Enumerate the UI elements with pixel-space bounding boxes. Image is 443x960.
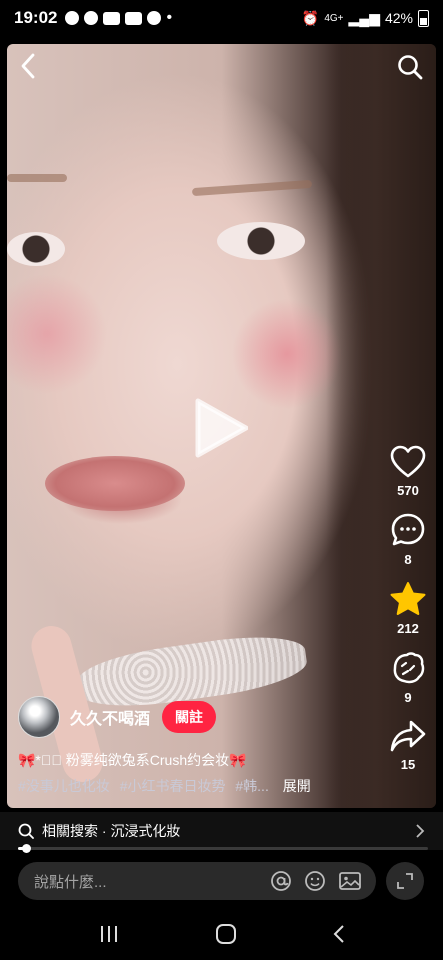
video-eye-left (7, 232, 65, 266)
alarm-icon: ⏰ (301, 9, 320, 26)
clap-button[interactable]: 9 (389, 650, 427, 705)
comment-button[interactable]: 8 (390, 512, 426, 567)
comment-placeholder: 說點什麼... (34, 873, 107, 891)
post-caption: 🎀*☾⃝ 粉雾纯欲兔系Crush约会妆🎀 (18, 752, 247, 768)
share-icon (390, 720, 426, 752)
notification-icons: • (65, 9, 172, 27)
line-icon (65, 11, 80, 25)
network-type: 4G+ (324, 12, 344, 24)
like-button[interactable]: 570 (390, 445, 426, 498)
expand-button[interactable]: 展開 (283, 778, 311, 794)
chrome-icon (147, 11, 162, 25)
video-brow-right (191, 179, 313, 197)
back-nav-icon[interactable] (332, 924, 346, 944)
search-icon (398, 55, 423, 80)
related-search-bar[interactable]: 相關搜索 · 沉浸式化妝 (0, 812, 443, 850)
comment-input[interactable]: 說點什麼... (18, 862, 376, 900)
heart-icon (390, 445, 426, 478)
clap-icon (393, 652, 425, 684)
back-icon (21, 53, 35, 79)
chevron-right-icon (416, 824, 425, 838)
favorite-button[interactable]: 212 (389, 581, 427, 636)
play-button[interactable] (190, 395, 250, 461)
image-icon[interactable] (338, 870, 362, 892)
follow-button[interactable]: 關註 (162, 701, 217, 733)
share-button[interactable]: 15 (389, 719, 427, 772)
search-icon (18, 823, 34, 839)
status-bar: 19:02 • ⏰ 4G+ ▂▄▆ 42% (0, 0, 443, 36)
author-info: 久久不喝酒 關註 (18, 696, 217, 738)
star-icon (390, 582, 426, 615)
comment-icon (391, 513, 425, 546)
system-nav-bar (0, 908, 443, 960)
progress-handle[interactable] (22, 844, 32, 853)
related-search-label: 相關搜索 · 沉浸式化妝 (42, 823, 181, 839)
battery-percent: 42% (384, 10, 413, 26)
progress-bar[interactable] (18, 844, 428, 853)
fullscreen-icon (397, 873, 413, 889)
like-count: 570 (397, 483, 419, 498)
favorite-count: 212 (397, 621, 419, 636)
home-icon[interactable] (215, 923, 237, 945)
play-icon (195, 398, 248, 458)
video-lips (45, 456, 185, 511)
post-tags: #没事儿也化妆 #小红书春日妆势 #韩... 展開 (18, 776, 311, 796)
more-dot-icon: • (166, 9, 173, 26)
tag-link[interactable]: #韩... (235, 778, 268, 794)
status-time: 19:02 (14, 8, 58, 27)
youtube-icon-2 (125, 11, 143, 25)
youtube-icon (103, 11, 121, 25)
author-name[interactable]: 久久不喝酒 (70, 705, 150, 729)
video-brow-left (7, 174, 67, 182)
share-count: 15 (400, 757, 416, 772)
threads-icon (84, 11, 99, 25)
recent-apps-icon[interactable] (98, 924, 120, 944)
signal-icon: ▂▄▆ (348, 9, 380, 26)
search-button[interactable] (395, 52, 425, 82)
comment-count: 8 (404, 552, 412, 567)
action-column: 570 8 212 9 15 (381, 445, 435, 786)
avatar[interactable] (18, 696, 60, 738)
battery-icon (418, 9, 429, 27)
status-right: ⏰ 4G+ ▂▄▆ 42% (301, 9, 429, 27)
at-icon[interactable] (270, 870, 292, 892)
tag-link[interactable]: #小红书春日妆势 (120, 778, 226, 794)
video-eye-right (217, 222, 305, 260)
emoji-icon[interactable] (304, 870, 326, 892)
fullscreen-button[interactable] (386, 862, 424, 900)
tag-link[interactable]: #没事儿也化妆 (18, 778, 110, 794)
back-button[interactable] (14, 52, 42, 80)
clap-count: 9 (404, 690, 412, 705)
